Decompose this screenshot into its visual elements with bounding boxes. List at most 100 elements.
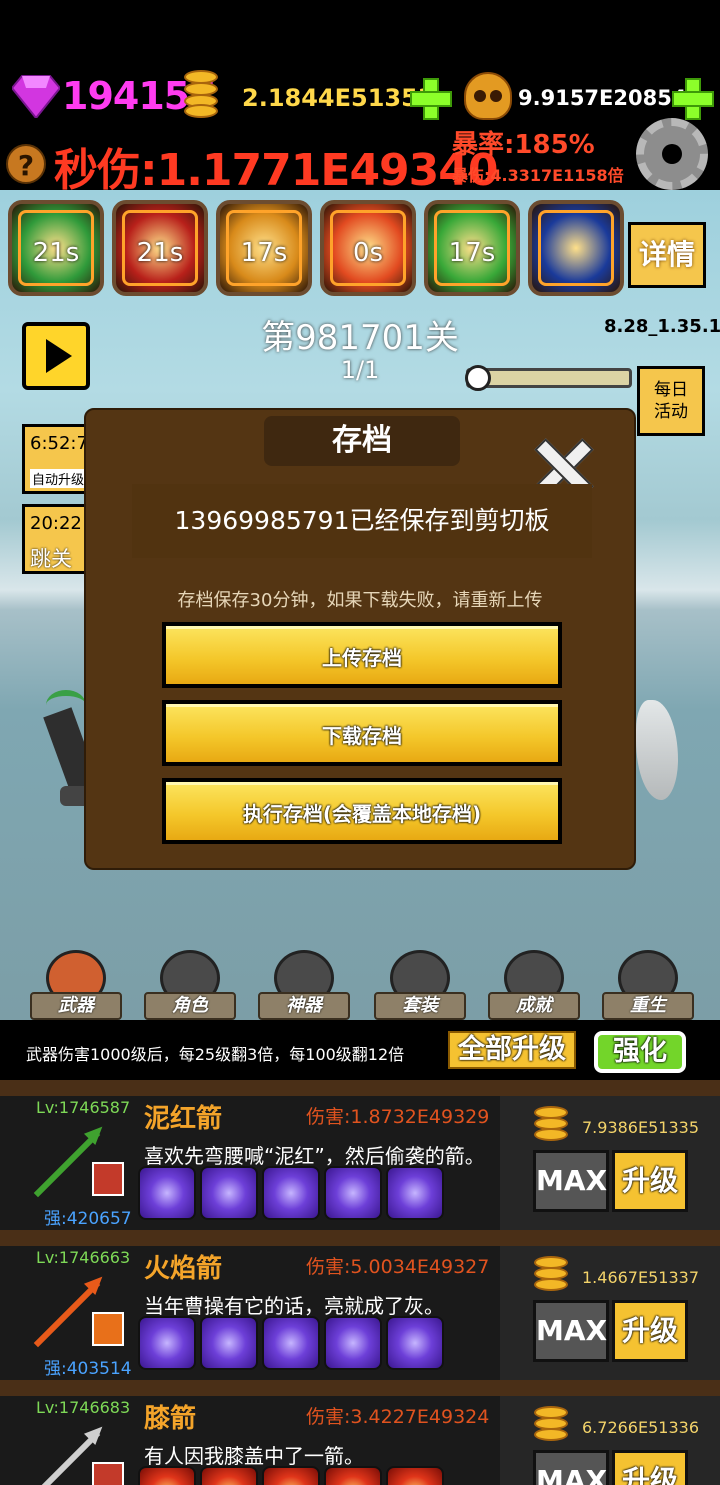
weapon-desc: 当年曹操有它的话，亮就成了灰。 <box>144 1294 444 1318</box>
skill-slot-5[interactable]: 17s <box>424 200 520 296</box>
skill-cooldown: 21s <box>136 238 184 268</box>
yin-yang-gem-icon <box>262 1316 320 1370</box>
weapon-level: Lv:1746587 <box>36 1098 131 1117</box>
yin-yang-gem-icon <box>138 1166 196 1220</box>
gold-coin-icon <box>532 1106 570 1148</box>
help-button[interactable]: ? <box>6 144 46 184</box>
upgrade-all-button[interactable]: 全部升级 <box>448 1031 576 1069</box>
yin-yang-gem-icon <box>386 1316 444 1370</box>
weapon-strength: 强:403514 <box>44 1359 132 1379</box>
weapon-row: Lv:1746683 膝箭 伤害:3.4227E49324 有人因我膝盖中了一箭… <box>0 1396 720 1485</box>
boss-progress-bar <box>465 365 632 391</box>
tab-character[interactable]: 角色 <box>140 950 240 1022</box>
wave-counter: 1/1 <box>340 356 380 384</box>
fire-gem-icon <box>138 1466 196 1485</box>
tab-achievement[interactable]: 成就 <box>484 950 584 1022</box>
weapon-level: Lv:1746683 <box>36 1398 131 1417</box>
dialog-title: 存档 <box>264 416 460 466</box>
gold-coin-icon <box>532 1256 570 1298</box>
skill-cooldown: 0s <box>352 238 384 268</box>
auto-upgrade-time: 6:52:7 <box>30 433 88 454</box>
yin-yang-gem-icon <box>324 1316 382 1370</box>
execute-save-button[interactable]: 执行存档(会覆盖本地存档) <box>162 778 562 844</box>
upgrade-cost: 7.9386E51335 <box>582 1118 699 1137</box>
add-soul-button[interactable] <box>672 78 714 120</box>
fire-gem-icon <box>324 1466 382 1485</box>
weapon-desc: 喜欢先弯腰喊“泥红”，然后偷袭的箭。 <box>144 1144 485 1168</box>
daily-activity-button[interactable]: 每日 活动 <box>637 366 705 436</box>
save-note: 存档保存30分钟，如果下载失败，请重新上传 <box>177 590 543 611</box>
skull-icon <box>464 72 512 120</box>
skill-cooldown: 17s <box>448 238 496 268</box>
skill-cooldown: 21s <box>32 238 80 268</box>
upgrade-cost: 6.7266E51336 <box>582 1418 699 1437</box>
crit-rate: 暴率:185% <box>452 130 595 160</box>
detail-button[interactable]: 详情 <box>628 222 706 288</box>
tab-label: 套装 <box>374 992 466 1020</box>
yin-yang-gem-icon <box>386 1166 444 1220</box>
skip-time: 20:22 <box>30 513 82 534</box>
gold-count: 2.1844E51353 <box>242 84 435 112</box>
skill-slot-6[interactable] <box>528 200 624 296</box>
weapon-badge-icon <box>92 1162 124 1196</box>
weapon-level: Lv:1746663 <box>36 1248 131 1267</box>
weapon-strength: 强:420657 <box>44 1209 132 1229</box>
weapon-row: Lv:1746587 强:420657 泥红箭 伤害:1.8732E49329 … <box>0 1096 720 1230</box>
max-button[interactable]: MAX <box>533 1150 609 1212</box>
divider <box>0 1080 720 1096</box>
skip-stage-button[interactable]: 20:22 跳关 <box>22 504 92 574</box>
skill-slot-1[interactable]: 21s <box>8 200 104 296</box>
yin-yang-gem-icon <box>138 1316 196 1370</box>
version-label: 8.28_1.35.1 <box>604 316 720 337</box>
strengthen-button[interactable]: 强化 <box>594 1031 686 1073</box>
skill-slot-3[interactable]: 17s <box>216 200 312 296</box>
fire-gem-icon <box>386 1466 444 1485</box>
tab-label: 神器 <box>258 992 350 1020</box>
weapon-damage: 伤害:5.0034E49327 <box>306 1256 490 1278</box>
stage-title: 第981701关 <box>261 318 459 358</box>
upgrade-button[interactable]: 升级 <box>612 1450 688 1485</box>
weapon-badge-icon <box>92 1462 124 1485</box>
gem-icon <box>12 75 60 118</box>
skill-slot-2[interactable]: 21s <box>112 200 208 296</box>
tab-label: 成就 <box>488 992 580 1020</box>
weapon-name: 泥红箭 <box>144 1104 223 1134</box>
download-save-label: 下载存档 <box>166 704 558 762</box>
soul-count: 9.9157E20854 <box>518 86 687 110</box>
divider <box>0 1230 720 1246</box>
boss-skull-icon <box>465 365 491 391</box>
skip-label: 跳关 <box>30 547 72 571</box>
weapon-desc: 有人因我膝盖中了一箭。 <box>144 1444 364 1468</box>
upgrade-button[interactable]: 升级 <box>612 1300 688 1362</box>
add-gold-button[interactable] <box>410 78 452 120</box>
tab-label: 武器 <box>30 992 122 1020</box>
skill-cooldown: 17s <box>240 238 288 268</box>
upgrade-cost: 1.4667E51337 <box>582 1268 699 1287</box>
tab-set[interactable]: 套装 <box>370 950 470 1022</box>
max-button[interactable]: MAX <box>533 1300 609 1362</box>
max-button[interactable]: MAX <box>533 1450 609 1485</box>
upgrade-button[interactable]: 升级 <box>612 1150 688 1212</box>
auto-upgrade-button[interactable]: 6:52:7 自动升级 <box>22 424 92 494</box>
auto-upgrade-label: 自动升级 <box>30 469 87 488</box>
weapon-name: 火焰箭 <box>144 1254 223 1284</box>
play-button[interactable] <box>22 322 90 390</box>
gold-coin-icon <box>532 1406 570 1448</box>
weapon-name: 膝箭 <box>144 1404 197 1434</box>
execute-save-label: 执行存档(会覆盖本地存档) <box>166 782 558 840</box>
skill-slot-4[interactable]: 0s <box>320 200 416 296</box>
tab-rebirth[interactable]: 重生 <box>598 950 698 1022</box>
weapon-info-text: 武器伤害1000级后，每25级翻3倍，每100级翻12倍 <box>26 1045 405 1064</box>
download-save-button[interactable]: 下载存档 <box>162 700 562 766</box>
settings-gear-icon[interactable] <box>636 118 708 190</box>
upload-save-button[interactable]: 上传存档 <box>162 622 562 688</box>
divider <box>0 1380 720 1396</box>
crit-damage: 暴伤:4.3317E1158倍 <box>452 166 624 185</box>
yin-yang-gem-icon <box>324 1166 382 1220</box>
fire-gem-icon <box>200 1466 258 1485</box>
tab-artifact[interactable]: 神器 <box>254 950 354 1022</box>
save-dialog: 存档 13969985791已经保存到剪切板 存档保存30分钟，如果下载失败，请… <box>84 408 636 870</box>
tab-weapons[interactable]: 武器 <box>26 950 126 1022</box>
weapon-badge-icon <box>92 1312 124 1346</box>
weapon-row: Lv:1746663 强:403514 火焰箭 伤害:5.0034E49327 … <box>0 1246 720 1380</box>
